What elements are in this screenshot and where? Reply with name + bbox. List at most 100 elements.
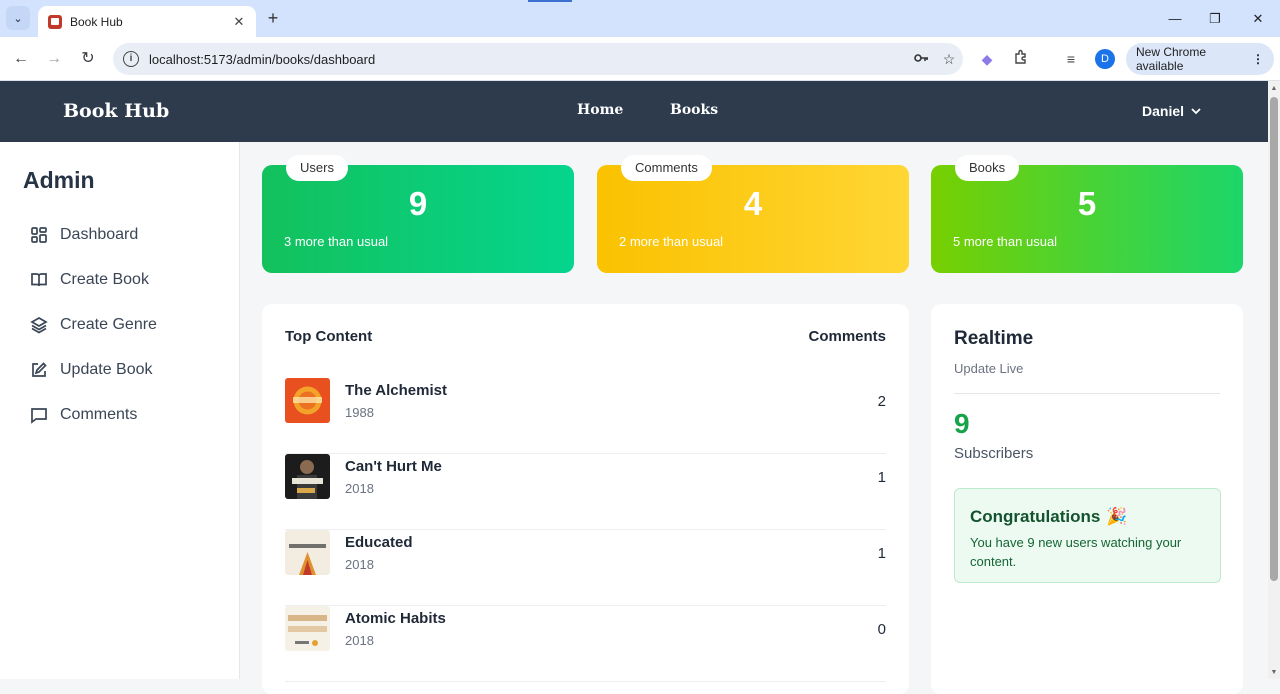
book-cover-image	[285, 606, 330, 651]
stat-card-books: Books 5 5 more than usual	[931, 155, 1243, 273]
book-year: 2018	[345, 633, 374, 648]
book-title: Educated	[345, 534, 413, 551]
browser-tabstrip: ⌄ Book Hub ✕ + — ❐ ✕	[0, 0, 1280, 37]
sidebar-item-label: Dashboard	[60, 226, 139, 243]
stat-label: Comments	[621, 155, 712, 181]
party-popper-icon: 🎉	[1106, 507, 1128, 526]
book-title: The Alchemist	[345, 382, 447, 399]
restore-icon[interactable]: ❐	[1205, 9, 1225, 29]
reload-icon[interactable]: ↻	[77, 48, 99, 70]
key-icon[interactable]	[907, 50, 935, 69]
chevron-down-icon: ⌄	[13, 12, 23, 25]
browser-tab[interactable]: Book Hub ✕	[38, 6, 256, 37]
media-icon[interactable]: ≡	[1061, 49, 1081, 69]
book-row[interactable]: The Alchemist 1988 2	[285, 378, 886, 454]
nav-link-home[interactable]: Home	[577, 102, 623, 118]
dashboard-icon	[31, 227, 47, 243]
book-comment-count: 1	[877, 545, 886, 562]
extension-icon[interactable]: ◆	[977, 49, 997, 69]
book-cover-image	[285, 454, 330, 499]
book-row[interactable]: Atomic Habits 2018 0	[285, 606, 886, 682]
realtime-panel: Realtime Update Live 9 Subscribers Congr…	[931, 304, 1243, 694]
sidebar-item-comments[interactable]: Comments	[30, 406, 137, 424]
brand-logo[interactable]: Book Hub	[63, 100, 169, 122]
user-menu[interactable]: Daniel	[1142, 103, 1202, 119]
book-cover-image	[285, 378, 330, 423]
congratulations-heading: Congratulations	[970, 507, 1101, 526]
comment-icon	[31, 408, 47, 424]
scrollbar-thumb[interactable]	[1270, 97, 1278, 581]
layers-icon	[30, 317, 48, 334]
sidebar-item-dashboard[interactable]: Dashboard	[30, 226, 138, 244]
top-content-title: Top Content	[285, 328, 373, 345]
tab-title: Book Hub	[70, 14, 123, 29]
stat-value: 4	[743, 185, 763, 222]
browser-toolbar: ← → ↻ i localhost:5173/admin/books/dashb…	[0, 37, 1280, 81]
book-title: Can't Hurt Me	[345, 458, 442, 475]
book-open-icon	[31, 273, 47, 287]
back-icon[interactable]: ←	[10, 48, 32, 70]
app-navbar: Book Hub Home Books Daniel	[0, 81, 1268, 142]
star-icon[interactable]: ☆	[935, 51, 963, 68]
book-cover-image	[285, 530, 330, 575]
edit-icon	[32, 362, 47, 377]
comments-column-header: Comments	[808, 328, 886, 345]
info-icon[interactable]: i	[123, 51, 139, 67]
subscriber-count: 9	[954, 408, 970, 439]
stat-subtext: 5 more than usual	[953, 234, 1058, 249]
chrome-update-label: New Chrome available	[1136, 45, 1207, 73]
extensions-icon[interactable]	[1011, 49, 1031, 69]
stat-card-comments: Comments 4 2 more than usual	[597, 155, 909, 273]
sidebar-item-create-book[interactable]: Create Book	[30, 271, 149, 289]
book-comment-count: 0	[877, 621, 886, 638]
stat-label: Users	[286, 155, 348, 181]
sidebar: Admin Dashboard Create Book Create Genre…	[0, 142, 240, 679]
congratulations-title: Congratulations 🎉	[970, 507, 1205, 527]
congratulations-card: Congratulations 🎉 You have 9 new users w…	[954, 488, 1221, 583]
minimize-icon[interactable]: —	[1165, 9, 1185, 29]
book-year: 1988	[345, 405, 374, 420]
url-text[interactable]: localhost:5173/admin/books/dashboard	[149, 52, 907, 67]
address-bar[interactable]: i localhost:5173/admin/books/dashboard ☆	[113, 43, 963, 75]
forward-icon[interactable]: →	[43, 48, 65, 70]
chrome-update-button[interactable]: New Chrome available ⋮	[1126, 43, 1274, 75]
top-content-panel: Top Content Comments The Alchemist 1988 …	[262, 304, 909, 694]
sidebar-item-label: Create Genre	[60, 316, 157, 333]
scroll-down-icon[interactable]: ▼	[1270, 669, 1278, 676]
divider	[954, 393, 1220, 394]
chevron-down-icon	[1191, 108, 1201, 115]
site-favicon-icon	[48, 14, 62, 29]
stat-value: 9	[408, 185, 428, 222]
stat-value: 5	[1077, 185, 1097, 222]
nav-link-books[interactable]: Books	[670, 102, 718, 118]
stat-subtext: 2 more than usual	[619, 234, 724, 249]
stat-card-users: Users 9 3 more than usual	[262, 155, 574, 273]
avatar[interactable]: D	[1095, 49, 1115, 69]
scroll-up-icon[interactable]: ▲	[1270, 85, 1278, 92]
book-row[interactable]: Educated 2018 1	[285, 530, 886, 606]
user-name: Daniel	[1142, 103, 1185, 119]
tab-search-button[interactable]: ⌄	[6, 6, 30, 30]
sidebar-item-create-genre[interactable]: Create Genre	[30, 316, 157, 334]
stat-label: Books	[955, 155, 1020, 181]
realtime-subtitle: Update Live	[954, 361, 1024, 376]
subscriber-label: Subscribers	[954, 445, 1034, 462]
close-window-icon[interactable]: ✕	[1248, 9, 1268, 29]
stat-subtext: 3 more than usual	[284, 234, 389, 249]
congratulations-text: You have 9 new users watching your conte…	[970, 535, 1182, 569]
sidebar-item-update-book[interactable]: Update Book	[30, 361, 153, 379]
new-tab-button[interactable]: +	[263, 8, 283, 28]
sidebar-title: Admin	[23, 167, 95, 193]
tab-indicator	[528, 0, 572, 2]
sidebar-item-label: Create Book	[60, 271, 149, 288]
page-scrollbar[interactable]: ▲ ▼	[1268, 81, 1280, 679]
book-comment-count: 1	[877, 469, 886, 486]
book-year: 2018	[345, 557, 374, 572]
book-title: Atomic Habits	[345, 610, 446, 627]
book-comment-count: 2	[877, 393, 886, 410]
close-icon[interactable]: ✕	[230, 14, 248, 30]
sidebar-item-label: Update Book	[60, 361, 153, 378]
realtime-title: Realtime	[954, 328, 1034, 349]
book-row[interactable]: Can't Hurt Me 2018 1	[285, 454, 886, 530]
menu-icon[interactable]: ⋮	[1252, 52, 1264, 66]
